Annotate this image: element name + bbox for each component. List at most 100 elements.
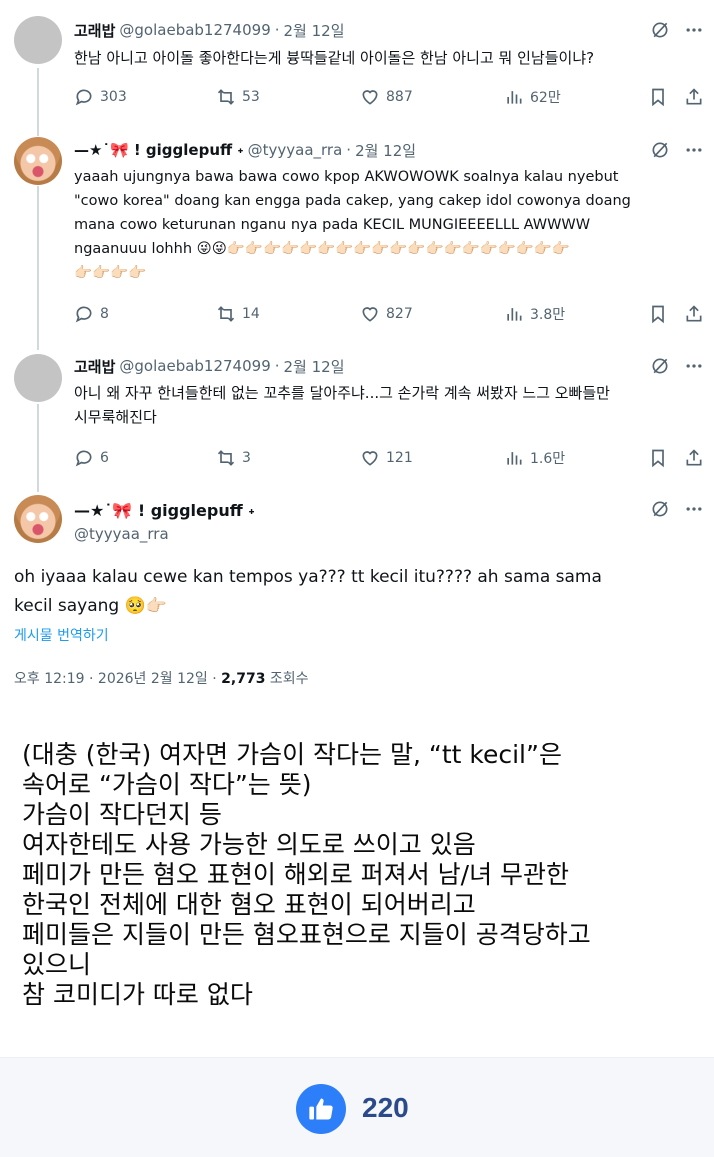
tweet-text-line: 시무룩해진다 (74, 408, 157, 426)
caption-line: 페미들은 지들이 만든 혐오표현으로 지들이 공격당하고 (22, 920, 591, 949)
caption-line: (대충 (한국) 여자면 가슴이 작다는 말, “tt kecil”은 (22, 740, 562, 769)
share-button[interactable] (684, 446, 704, 470)
repost-icon (217, 306, 235, 322)
user-handle[interactable]: @tyyyaa_rra (74, 525, 169, 543)
tweet-text-line: 아니 왜 자꾸 한녀들한테 없는 꼬추를 달아주냐...그 손가락 계속 써봤자… (74, 384, 610, 402)
bookmark-button[interactable] (648, 85, 668, 109)
repost-button[interactable]: 53 (216, 85, 260, 109)
more-icon[interactable] (684, 20, 704, 40)
display-name[interactable]: 고래밥 (74, 20, 115, 41)
recommend-button[interactable] (296, 1084, 346, 1134)
avatar[interactable] (14, 495, 62, 543)
views-button[interactable]: 3.8만 (504, 302, 565, 326)
tweet-actions: 303 53 887 62만 (74, 85, 704, 109)
caption-line: 여자한테도 사용 가능한 의도로 쓰이고 있음 (22, 830, 476, 859)
caption-line: 속어로 “가슴이 작다”는 뜻) (22, 770, 312, 799)
grok-icon[interactable] (650, 499, 670, 519)
avatar[interactable] (14, 137, 62, 185)
display-name[interactable]: —★˙🎀 ! gigglepuff ˖ (74, 501, 255, 520)
share-icon (686, 449, 702, 466)
share-button[interactable] (684, 302, 704, 326)
more-icon[interactable] (684, 499, 704, 519)
views-count: 3.8만 (530, 307, 566, 323)
like-bar (0, 1057, 714, 1157)
share-icon (686, 88, 702, 105)
views-button[interactable]: 1.6만 (504, 446, 565, 470)
user-handle[interactable]: @golaebab1274099 (119, 357, 270, 375)
like-button[interactable]: 827 (360, 302, 413, 326)
user-handle[interactable]: @tyyyaa_rra (248, 141, 343, 159)
avatar[interactable] (14, 354, 62, 402)
views-icon (507, 452, 522, 465)
reply-icon (75, 306, 92, 323)
reply-button[interactable]: 6 (74, 446, 109, 470)
tweet-date[interactable]: 2월 12일 (284, 20, 345, 41)
tweet-handle-row: @tyyyaa_rra (74, 523, 169, 545)
tweet-text-line: oh iyaaa kalau cewe kan tempos ya??? tt … (14, 567, 602, 587)
tweet-actions: 8 14 827 3.8만 (74, 302, 704, 326)
translate-post-link[interactable]: 게시물 번역하기 (14, 625, 109, 645)
tweet-text-line: ngaanuuu lohhh 😜😜👉🏻👉🏻👉🏻👉🏻👉🏻👉🏻👉🏻👉🏻👉🏻👉🏻👉🏻👉… (74, 241, 570, 257)
tweet-text: 한남 아니고 아이돌 좋아한다는게 븅딱들같네 아이돌은 한남 아니고 뭐 인남… (74, 46, 704, 70)
more-icon[interactable] (684, 140, 704, 160)
thread-connector (37, 68, 39, 136)
bookmark-icon (652, 449, 664, 468)
like-count: 121 (386, 450, 413, 466)
tweet-text-line: kecil sayang 🥺👉🏻 (14, 596, 167, 616)
thread-connector (37, 404, 39, 492)
reply-icon (75, 450, 92, 467)
more-icon[interactable] (684, 356, 704, 376)
post-timestamp[interactable]: 오후 12:19 · 2026년 2월 12일 · (14, 671, 221, 687)
repost-button[interactable]: 14 (216, 302, 260, 326)
display-name[interactable]: 고래밥 (74, 356, 115, 377)
tweet-text-line: 한남 아니고 아이돌 좋아한다는게 븅딱들같네 아이돌은 한남 아니고 뭐 인남… (74, 49, 595, 67)
grok-icon[interactable] (650, 140, 670, 160)
views-icon (507, 308, 522, 321)
reply-button[interactable]: 303 (74, 85, 127, 109)
repost-icon (217, 89, 235, 105)
views-button[interactable]: 62만 (504, 85, 561, 109)
separator: · (274, 21, 280, 39)
tweet-date[interactable]: 2월 12일 (355, 140, 416, 161)
display-name[interactable]: —★˙🎀 ! gigglepuff ˖ (74, 141, 244, 159)
tweet-text: 아니 왜 자꾸 한녀들한테 없는 꼬추를 달아주냐...그 손가락 계속 써봤자… (74, 381, 704, 429)
post-views-label: 조회수 (265, 671, 309, 687)
views-count: 62만 (530, 90, 561, 106)
thumbs-up-icon (309, 1098, 333, 1120)
caption-line: 가슴이 작다던지 등 (22, 800, 222, 829)
post-views-number: 2,773 (221, 671, 266, 687)
caption-line: 페미가 만든 혐오 표현이 해외로 퍼져서 남/녀 무관한 (22, 860, 570, 889)
bookmark-button[interactable] (648, 446, 668, 470)
repost-button[interactable]: 3 (216, 446, 251, 470)
like-count: 827 (386, 306, 413, 322)
views-icon (507, 91, 522, 104)
recommend-count: 220 (362, 1092, 409, 1123)
bookmark-icon (652, 88, 664, 107)
tweet-text-line: "cowo korea" doang kan engga pada cakep,… (74, 193, 631, 209)
main-tweet-text: oh iyaaa kalau cewe kan tempos ya??? tt … (14, 563, 704, 621)
tweet-date[interactable]: 2월 12일 (284, 356, 345, 377)
share-button[interactable] (684, 85, 704, 109)
bookmark-icon (652, 305, 664, 324)
tweet-text: yaaah ujungnya bawa bawa cowo kpop AKWOW… (74, 165, 704, 285)
separator: · (274, 357, 280, 375)
avatar[interactable] (14, 16, 62, 64)
like-count: 887 (386, 89, 413, 105)
tweet-text-line: yaaah ujungnya bawa bawa cowo kpop AKWOW… (74, 169, 619, 185)
like-button[interactable]: 121 (360, 446, 413, 470)
tweet-header: —★˙🎀 ! gigglepuff ˖ (74, 499, 255, 521)
bookmark-button[interactable] (648, 302, 668, 326)
tweet-header: 고래밥 @golaebab1274099 · 2월 12일 (74, 19, 345, 41)
thread-connector (37, 186, 39, 350)
reply-icon (75, 89, 92, 106)
user-handle[interactable]: @golaebab1274099 (119, 21, 270, 39)
reply-button[interactable]: 8 (74, 302, 109, 326)
share-icon (686, 305, 702, 322)
like-button[interactable]: 887 (360, 85, 413, 109)
grok-icon[interactable] (650, 356, 670, 376)
repost-count: 53 (242, 89, 260, 105)
grok-icon[interactable] (650, 20, 670, 40)
views-count: 1.6만 (530, 451, 566, 467)
heart-icon (362, 451, 378, 466)
post-caption: (대충 (한국) 여자면 가슴이 작다는 말, “tt kecil”은 속어로 … (22, 740, 702, 1010)
